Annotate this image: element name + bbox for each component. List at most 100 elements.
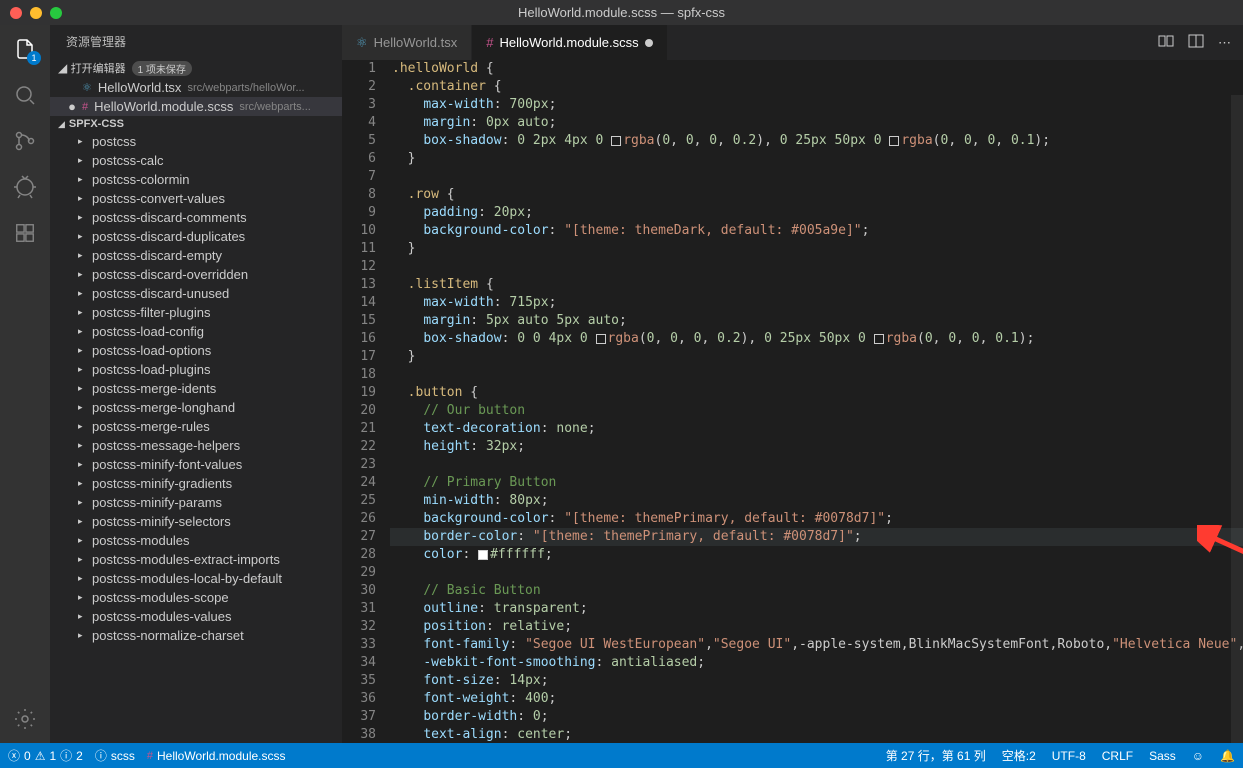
tree-folder[interactable]: ▸postcss-colormin (50, 170, 342, 189)
code-content[interactable]: .helloWorld { .container { max-width: 70… (390, 60, 1243, 743)
window-title: HelloWorld.module.scss — spfx-css (518, 5, 725, 20)
split-editor-icon[interactable] (1188, 33, 1204, 52)
explorer-icon[interactable]: 1 (11, 35, 39, 63)
sidebar: 资源管理器 ◢ 打开编辑器 1 项未保存 ⚛HelloWorld.tsxsrc/… (50, 25, 342, 743)
warning-icon: ⚠ (35, 749, 46, 763)
code-area[interactable]: 1234567891011121314151617181920212223242… (342, 60, 1243, 743)
chevron-right-icon: ▸ (78, 250, 86, 261)
tree-folder[interactable]: ▸postcss-filter-plugins (50, 303, 342, 322)
chevron-right-icon: ▸ (78, 573, 86, 584)
open-editor-file[interactable]: ●#HelloWorld.module.scsssrc/webparts... (50, 97, 342, 116)
chevron-right-icon: ▸ (78, 364, 86, 375)
chevron-right-icon: ▸ (78, 611, 86, 622)
tree-folder[interactable]: ▸postcss-load-config (50, 322, 342, 341)
maximize-window-icon[interactable] (50, 7, 62, 19)
tree-folder[interactable]: ▸postcss-calc (50, 151, 342, 170)
tree-folder[interactable]: ▸postcss-minify-font-values (50, 455, 342, 474)
tree-folder[interactable]: ▸postcss-minify-gradients (50, 474, 342, 493)
chevron-right-icon: ▸ (78, 516, 86, 527)
sidebar-title: 资源管理器 (50, 25, 342, 58)
tree-folder[interactable]: ▸postcss-modules (50, 531, 342, 550)
status-feedback-icon[interactable]: ☺ (1192, 749, 1204, 763)
tree-folder[interactable]: ▸postcss-discard-overridden (50, 265, 342, 284)
tree-folder[interactable]: ▸postcss-discard-comments (50, 208, 342, 227)
editor: ⚛HelloWorld.tsx#HelloWorld.module.scss ⋯… (342, 25, 1243, 743)
titlebar: HelloWorld.module.scss — spfx-css (0, 0, 1243, 25)
settings-gear-icon[interactable] (11, 705, 39, 733)
status-bell-icon[interactable]: 🔔 (1220, 749, 1235, 763)
status-eol[interactable]: CRLF (1102, 749, 1133, 763)
status-bar: ⓧ0 ⚠1 ⓘ2 ⓘscss #HelloWorld.module.scss 第… (0, 743, 1243, 768)
editor-tabs: ⚛HelloWorld.tsx#HelloWorld.module.scss ⋯ (342, 25, 1243, 60)
status-scss[interactable]: ⓘscss (95, 747, 135, 764)
project-header[interactable]: ◢ SPFX-CSS (50, 116, 342, 132)
tree-folder[interactable]: ▸postcss-message-helpers (50, 436, 342, 455)
scss-file-icon: # (486, 35, 493, 50)
tree-folder[interactable]: ▸postcss-load-options (50, 341, 342, 360)
source-control-icon[interactable] (11, 127, 39, 155)
chevron-right-icon: ▸ (78, 459, 86, 470)
compare-icon[interactable] (1158, 33, 1174, 52)
editor-tab[interactable]: ⚛HelloWorld.tsx (342, 25, 472, 60)
badge: 1 (27, 51, 41, 65)
chevron-right-icon: ▸ (78, 155, 86, 166)
chevron-right-icon: ▸ (78, 630, 86, 641)
minimize-window-icon[interactable] (30, 7, 42, 19)
chevron-right-icon: ▸ (78, 288, 86, 299)
tree-folder[interactable]: ▸postcss-discard-unused (50, 284, 342, 303)
tree-folder[interactable]: ▸postcss-discard-empty (50, 246, 342, 265)
chevron-right-icon: ▸ (78, 231, 86, 242)
open-editor-file[interactable]: ⚛HelloWorld.tsxsrc/webparts/helloWor... (50, 78, 342, 97)
status-file[interactable]: #HelloWorld.module.scss (147, 749, 286, 763)
activity-bar: 1 (0, 25, 50, 743)
status-problems[interactable]: ⓧ0 ⚠1 ⓘ2 (8, 747, 83, 764)
tree-folder[interactable]: ▸postcss-load-plugins (50, 360, 342, 379)
tree-folder[interactable]: ▸postcss-merge-rules (50, 417, 342, 436)
tree-folder[interactable]: ▸postcss-minify-selectors (50, 512, 342, 531)
chevron-right-icon: ▸ (78, 497, 86, 508)
chevron-right-icon: ▸ (78, 193, 86, 204)
tree-folder[interactable]: ▸postcss-minify-params (50, 493, 342, 512)
open-editors-header[interactable]: ◢ 打开编辑器 1 项未保存 (50, 58, 342, 78)
modified-dot-icon: ● (68, 99, 76, 114)
chevron-right-icon: ▸ (78, 383, 86, 394)
chevron-right-icon: ▸ (78, 421, 86, 432)
error-icon: ⓧ (8, 747, 20, 764)
close-window-icon[interactable] (10, 7, 22, 19)
chevron-right-icon: ▸ (78, 345, 86, 356)
unsaved-count: 1 项未保存 (132, 61, 192, 76)
more-icon[interactable]: ⋯ (1218, 35, 1231, 51)
chevron-right-icon: ▸ (78, 440, 86, 451)
status-indent[interactable]: 空格:2 (1002, 747, 1036, 764)
extensions-icon[interactable] (11, 219, 39, 247)
chevron-down-icon: ◢ (58, 61, 67, 75)
tree-folder[interactable]: ▸postcss-normalize-charset (50, 626, 342, 645)
status-encoding[interactable]: UTF-8 (1052, 749, 1086, 763)
chevron-right-icon: ▸ (78, 269, 86, 280)
tree-folder[interactable]: ▸postcss-convert-values (50, 189, 342, 208)
chevron-right-icon: ▸ (78, 136, 86, 147)
tree-folder[interactable]: ▸postcss-modules-extract-imports (50, 550, 342, 569)
chevron-right-icon: ▸ (78, 307, 86, 318)
tree-folder[interactable]: ▸postcss-modules-local-by-default (50, 569, 342, 588)
tree-folder[interactable]: ▸postcss-modules-scope (50, 588, 342, 607)
info-icon: ⓘ (60, 747, 72, 764)
status-language[interactable]: Sass (1149, 749, 1176, 763)
chevron-right-icon: ▸ (78, 326, 86, 337)
tree-folder[interactable]: ▸postcss-discard-duplicates (50, 227, 342, 246)
tsx-file-icon: ⚛ (82, 81, 92, 94)
line-numbers: 1234567891011121314151617181920212223242… (342, 60, 390, 743)
tree-folder[interactable]: ▸postcss-merge-longhand (50, 398, 342, 417)
chevron-right-icon: ▸ (78, 212, 86, 223)
search-icon[interactable] (11, 81, 39, 109)
tree-folder[interactable]: ▸postcss (50, 132, 342, 151)
debug-icon[interactable] (11, 173, 39, 201)
tree-folder[interactable]: ▸postcss-modules-values (50, 607, 342, 626)
status-cursor-pos[interactable]: 第 27 行，第 61 列 (886, 747, 986, 764)
scss-file-icon: # (82, 101, 88, 113)
tree-folder[interactable]: ▸postcss-merge-idents (50, 379, 342, 398)
chevron-right-icon: ▸ (78, 402, 86, 413)
editor-tab[interactable]: #HelloWorld.module.scss (472, 25, 667, 60)
chevron-right-icon: ▸ (78, 554, 86, 565)
chevron-right-icon: ▸ (78, 174, 86, 185)
